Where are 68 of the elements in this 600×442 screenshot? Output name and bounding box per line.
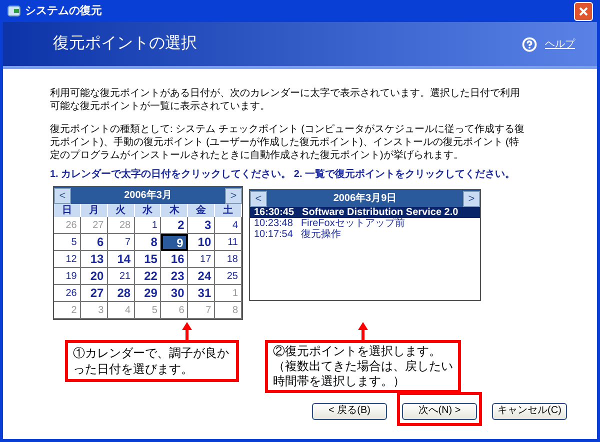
calendar-day[interactable]: 24 (188, 268, 216, 285)
calendar-day[interactable]: 28 (108, 285, 135, 302)
weekday-label: 土 (215, 204, 242, 217)
weekday-label: 木 (161, 204, 188, 217)
calendar-day[interactable]: 16 (161, 251, 188, 268)
instruction-text: 1. カレンダーで太字の日付をクリックしてください。 2. 一覧で復元ポイントをクリックしてください。 (49, 167, 516, 182)
time-text: 16:30:45 (254, 207, 294, 218)
calendar-day[interactable]: 6 (80, 234, 108, 251)
calendar-day[interactable]: 3 (188, 217, 216, 234)
app-icon (7, 4, 21, 18)
calendar-day[interactable]: 14 (108, 251, 135, 268)
calendar-day[interactable]: 19 (54, 268, 81, 285)
help-icon (522, 36, 537, 52)
window-title: システムの復元 (25, 4, 102, 19)
page-title: 復元ポイントの選択 (53, 34, 197, 54)
wizard-button[interactable]: キャンセル(C) (492, 402, 567, 420)
calendar-day[interactable]: 12 (54, 251, 81, 268)
calendar-day[interactable]: 15 (134, 251, 162, 268)
close-button[interactable] (574, 2, 593, 20)
calendar-day[interactable]: 27 (80, 285, 108, 302)
description-paragraph: 利用可能な復元ポイントがある日付が、次のカレンダーに太字で表示されています。選択した日付で利用可能な復元ポイントが一覧に表示されています。 (50, 87, 521, 113)
weekday-label: 月 (80, 204, 108, 217)
calendar-day[interactable]: 26 (54, 285, 81, 302)
previous-day-button[interactable]: < (250, 190, 267, 206)
weekday-label: 水 (134, 204, 162, 217)
calendar-day[interactable]: 31 (188, 285, 216, 302)
arrow-icon (358, 322, 368, 340)
calendar-day[interactable]: 10 (188, 234, 216, 251)
previous-month-button[interactable]: < (54, 188, 71, 204)
restore-point-item[interactable]: 10:23:48 FireFoxセットアップ前 (250, 218, 480, 229)
restore-point-item[interactable]: 16:30:45 Software Distribution Service 2.0 (250, 207, 480, 218)
callout-note: ①カレンダーで、調子が良かった日付を選びます。 (65, 340, 239, 382)
help-link[interactable]: ヘルプ (545, 36, 575, 52)
calendar-day[interactable]: 29 (134, 285, 162, 302)
arrow-icon (182, 322, 192, 340)
calendar-day[interactable]: 23 (161, 268, 188, 285)
time-text: 10:17:54 (254, 229, 293, 240)
restore-point-name: FireFoxセットアップ前 (300, 218, 405, 229)
restore-point-name: Software Distribution Service 2.0 (302, 207, 458, 218)
restore-point-item[interactable]: 10:17:54 復元操作 (250, 229, 480, 240)
calendar-day[interactable]: 7 (108, 234, 135, 251)
weekday-label: 金 (188, 204, 216, 217)
callout-note: ②復元ポイントを選択します。（複数出てきた場合は、戻したい時間帯を選択します。） (265, 340, 461, 393)
time-text: 10:23:48 (254, 218, 293, 229)
calendar-day[interactable]: 5 (54, 234, 81, 251)
date-label: 2006年3月9日 (333, 192, 397, 206)
calendar-day[interactable]: 13 (80, 251, 108, 268)
next-day-button[interactable]: > (463, 190, 480, 206)
description-paragraph: 復元ポイントの種類として: システム チェックポイント (コンピュータがスケジュールに従って作成する復元ポイント)、手動の復元ポイント (ユーザーが作成した復元ポイント)、インストールの復元ポイント (特定のプログラムがインストールされたときに自動作成された復元ポイント)が挙げられます。 (50, 123, 526, 162)
calendar-day[interactable]: 4 (215, 217, 242, 234)
month-label: 2006年3月 (124, 188, 172, 203)
calendar-day[interactable]: 18 (215, 251, 242, 268)
calendar-day[interactable]: 17 (188, 251, 216, 268)
calendar-day[interactable]: 1 (134, 217, 162, 234)
calendar-day[interactable]: 9 (161, 234, 188, 251)
calendar-day[interactable]: 20 (80, 268, 108, 285)
weekday-label: 火 (108, 204, 135, 217)
wizard-button[interactable]: < 戻る(B) (312, 402, 387, 420)
close-icon (579, 6, 588, 16)
wizard-button[interactable]: 次へ(N) > (402, 402, 477, 420)
calendar-day[interactable]: 30 (161, 285, 188, 302)
restore-point-name: 復元操作 (300, 229, 341, 240)
calendar-day[interactable]: 22 (134, 268, 162, 285)
calendar-day[interactable]: 21 (108, 268, 135, 285)
calendar-day[interactable]: 11 (215, 234, 242, 251)
calendar-day[interactable]: 25 (215, 268, 242, 285)
weekday-label: 日 (54, 204, 81, 217)
next-month-button[interactable]: > (225, 188, 242, 204)
